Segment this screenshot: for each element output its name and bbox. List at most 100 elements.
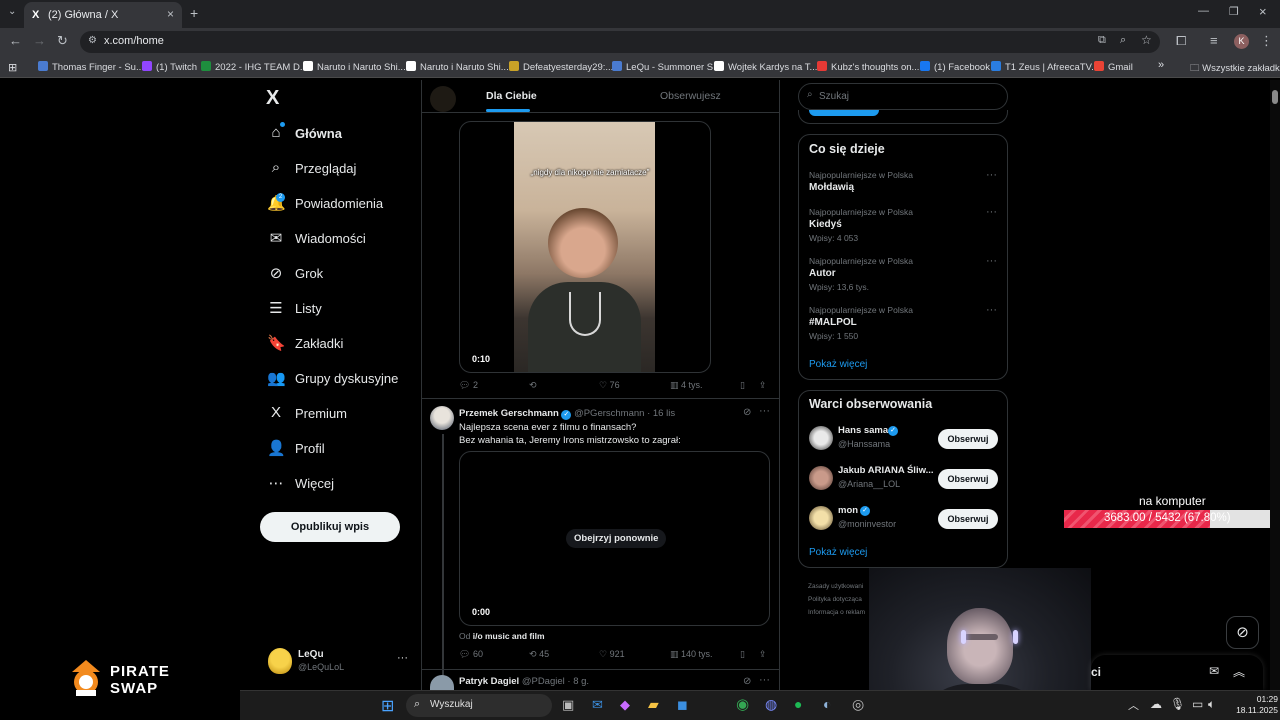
trend-name[interactable]: Kiedyś [809, 219, 842, 230]
views-button[interactable]: ▥ 140 tys. [670, 649, 713, 660]
bookmark-item[interactable]: (1) Facebook [920, 61, 990, 73]
repost-button[interactable]: ⟲ 45 [529, 649, 549, 660]
address-bar[interactable]: ⚙ x.com/home ⧉ ⌕ ☆ [80, 31, 1160, 53]
profile-avatar[interactable]: K [1234, 34, 1249, 49]
trend-name[interactable]: #MALPOL [809, 317, 857, 328]
trend-more-icon[interactable]: ··· [986, 255, 997, 267]
post1-video[interactable]: „nigdy dla nikogo nie zamiatacze" 0:10 [459, 121, 711, 373]
zoom-icon[interactable]: ⌕ [1120, 34, 1126, 47]
x-logo-icon[interactable]: X [266, 87, 279, 110]
bookmark-item[interactable]: LeQu - Summoner S... [612, 61, 721, 73]
bookmark-item[interactable]: Kubz's thoughts on... [817, 61, 919, 73]
footer-ads[interactable]: Informacja o reklam [808, 606, 865, 619]
footer-terms[interactable]: Zasady użytkowani [808, 580, 865, 593]
post2-author-avatar[interactable] [430, 406, 454, 430]
bookmark-item[interactable]: (1) Twitch [142, 61, 197, 73]
bookmark-item[interactable]: Naruto i Naruto Shi... [406, 61, 509, 73]
network-icon[interactable]: ▭ [1192, 697, 1203, 711]
volume-icon[interactable]: 🔈︎ [1208, 697, 1215, 712]
share-icon[interactable]: ⇪ [759, 649, 767, 660]
reload-icon[interactable]: ↻ [57, 33, 68, 49]
reply-button[interactable]: 💬︎ 2 [459, 380, 478, 391]
post-more-icon[interactable]: ··· [759, 405, 770, 417]
forward-icon[interactable]: → [33, 33, 46, 48]
footer-privacy[interactable]: Polityka dotycząca [808, 593, 865, 606]
replay-button[interactable]: Obejrzyj ponownie [566, 529, 667, 548]
windows-start-icon[interactable]: ⊞ [381, 696, 394, 716]
subscribe-button-edge[interactable] [809, 110, 879, 116]
close-window-icon[interactable]: × [1259, 4, 1267, 19]
suggestion-avatar[interactable] [809, 466, 833, 490]
post3-author[interactable]: Patryk Dagiel [459, 676, 519, 687]
microphone-icon[interactable]: 🎙︎ [1170, 697, 1185, 711]
post2-handle[interactable]: @PGerschmann [574, 408, 644, 419]
minimize-icon[interactable]: — [1198, 5, 1209, 17]
follow-button[interactable]: Obserwuj [938, 469, 998, 489]
grok-post-icon[interactable]: ⊘ [743, 407, 751, 418]
source-name[interactable]: i/o music and film [473, 631, 545, 641]
cloud-icon[interactable]: ☁ [1150, 697, 1162, 711]
account-more-icon[interactable]: ··· [397, 652, 408, 664]
suggestion-name[interactable]: mon [838, 505, 858, 516]
views-button[interactable]: ▥ 4 tys. [670, 380, 703, 391]
app-icon[interactable]: ◎ [852, 696, 864, 713]
post-more-icon[interactable]: ··· [759, 674, 770, 686]
system-clock[interactable]: 01:29 18.11.2025 [1226, 694, 1278, 716]
bookmark-item[interactable]: Gmail [1094, 61, 1133, 73]
trend-name[interactable]: Autor [809, 268, 836, 279]
trend-more-icon[interactable]: ··· [986, 304, 997, 316]
bookmark-item[interactable]: Defeatyesterday29:... [509, 61, 613, 73]
suggestion-avatar[interactable] [809, 426, 833, 450]
store-icon[interactable]: ◼ [677, 697, 688, 713]
show-hidden-icons[interactable]: ︿ [1128, 697, 1139, 713]
media-controls-icon[interactable]: ≡ [1210, 33, 1218, 48]
discord-icon[interactable]: ◍ [765, 696, 777, 713]
taskbar-search[interactable]: ⌕ Wyszukaj [406, 694, 552, 717]
maximize-icon[interactable]: ❐ [1229, 5, 1239, 18]
steam-icon[interactable]: ◐ [823, 696, 831, 712]
like-button[interactable]: ♡ 76 [599, 380, 620, 391]
all-bookmarks-folder[interactable]: 🗀 Wszystkie zakładki [1190, 61, 1280, 77]
browser-tab-active[interactable]: X (2) Główna / X × [24, 2, 182, 28]
bookmark-item[interactable]: Wojtek Kardys na T... [714, 61, 817, 73]
post2-video[interactable]: Obejrzyj ponownie 0:00 [459, 451, 770, 626]
new-tab-icon[interactable]: + [190, 5, 198, 21]
show-more-suggestions[interactable]: Pokaż więcej [809, 547, 867, 558]
grok-post-icon[interactable]: ⊘ [743, 676, 751, 687]
publish-post-button[interactable]: Opublikuj wpis [260, 512, 400, 542]
bookmark-item[interactable]: T1 Zeus | AfreecaTV... [991, 61, 1099, 73]
bookmark-item[interactable]: Naruto i Naruto Shi... [303, 61, 406, 73]
bookmark-item[interactable]: 2022 - IHG TEAM D... [201, 61, 308, 73]
account-switcher[interactable]: LeQu @LeQuLoL ··· [262, 645, 412, 679]
more-bookmarks-icon[interactable]: » [1158, 59, 1164, 71]
apps-grid-icon[interactable]: ⊞ [8, 61, 17, 74]
show-more-trends[interactable]: Pokaż więcej [809, 359, 867, 370]
trend-more-icon[interactable]: ··· [986, 206, 997, 218]
messages-drawer[interactable]: ci ✉ ︽ [1091, 655, 1263, 690]
install-app-icon[interactable]: ⧉ [1098, 34, 1106, 47]
bookmark-item[interactable]: Thomas Finger - Su... [38, 61, 144, 73]
post2-date[interactable]: · 16 lis [647, 408, 675, 419]
like-button[interactable]: ♡ 921 [599, 649, 625, 660]
extensions-icon[interactable]: ⧠ [1176, 33, 1186, 49]
share-icon[interactable]: ⇪ [759, 380, 767, 391]
star-bookmark-icon[interactable]: ☆ [1141, 33, 1152, 47]
bookmark-post-icon[interactable]: ▯ [740, 649, 745, 660]
trend-name[interactable]: Mołdawią [809, 182, 854, 193]
suggestion-name[interactable]: Jakub ARIANA Śliw... [838, 465, 934, 476]
grok-floating-button[interactable]: ⊘ [1226, 616, 1259, 649]
tab-search-icon[interactable]: ⌄ [8, 6, 16, 17]
reply-button[interactable]: 💬︎ 60 [459, 649, 483, 660]
file-explorer-icon[interactable]: ▰ [648, 696, 659, 713]
spotify-icon[interactable]: ● [794, 696, 802, 712]
chrome-menu-icon[interactable]: ⋮ [1260, 33, 1273, 49]
copilot-icon[interactable]: ◆ [620, 697, 630, 713]
follow-button[interactable]: Obserwuj [938, 509, 998, 529]
repost-button[interactable]: ⟲ [529, 380, 537, 391]
post2-author[interactable]: Przemek Gerschmann [459, 408, 559, 419]
expand-drawer-icon[interactable]: ︽ [1233, 663, 1245, 680]
scrollbar-thumb[interactable] [1272, 90, 1278, 104]
site-info-icon[interactable]: ⚙ [88, 35, 97, 46]
trend-more-icon[interactable]: ··· [986, 169, 997, 181]
back-icon[interactable]: ← [9, 33, 22, 48]
